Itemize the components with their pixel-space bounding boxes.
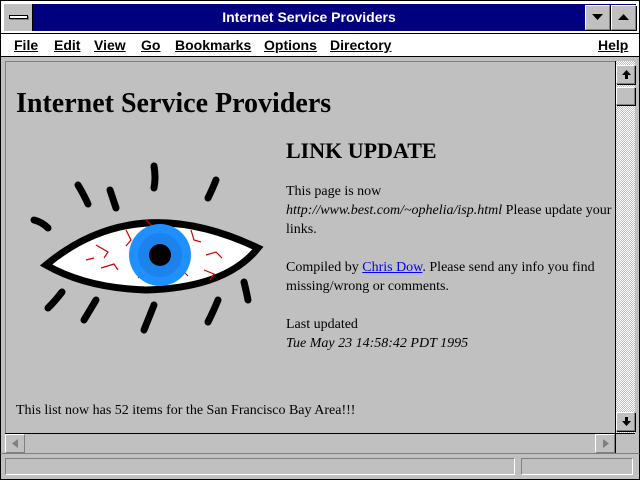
system-menu-icon[interactable] xyxy=(4,4,33,31)
menu-view-label: View xyxy=(94,37,126,53)
status-text xyxy=(5,458,515,475)
menu-file-label: File xyxy=(14,37,39,53)
title-bar: Internet Service Providers xyxy=(0,0,640,34)
last-updated-label: Last updated xyxy=(286,317,358,332)
page-viewport: Internet Service Providers LINK UPDATE T… xyxy=(5,61,615,433)
menu-directory-label: Directory xyxy=(330,37,392,53)
status-bar xyxy=(0,453,640,480)
menu-help[interactable]: Help xyxy=(598,37,628,53)
menu-go-label: Go xyxy=(141,37,161,53)
author-link[interactable]: Chris Dow xyxy=(362,260,422,275)
menu-edit[interactable]: Edit xyxy=(54,37,80,53)
menu-file[interactable]: File xyxy=(14,37,38,53)
scroll-left-button[interactable] xyxy=(5,434,25,453)
page-title: Internet Service Providers xyxy=(16,88,332,119)
scroll-right-button[interactable] xyxy=(595,434,615,453)
maximize-button[interactable] xyxy=(611,5,636,30)
moved-notice: This page is now http://www.best.com/~oph… xyxy=(286,182,615,239)
last-updated-date: Tue May 23 14:58:42 PDT 1995 xyxy=(286,336,469,351)
eye-icon xyxy=(30,162,264,334)
vertical-scrollbar[interactable] xyxy=(615,61,635,433)
items-count-text: This list now has 52 items for the San F… xyxy=(16,403,356,418)
horizontal-scrollbar[interactable] xyxy=(5,433,615,453)
menu-go[interactable]: Go xyxy=(141,37,160,53)
menu-edit-label: Edit xyxy=(54,37,81,53)
browser-frame: Internet Service Providers LINK UPDATE T… xyxy=(0,57,640,480)
moved-intro: This page is now xyxy=(286,184,382,199)
menu-bar: File Edit View Go Bookmarks Options Dire… xyxy=(0,34,640,57)
menu-options[interactable]: Options xyxy=(264,37,317,53)
menu-options-label: Options xyxy=(264,37,317,53)
scroll-up-button[interactable] xyxy=(616,65,635,84)
link-update-heading: LINK UPDATE xyxy=(286,138,437,163)
arrow-left-icon xyxy=(12,439,18,448)
progress-indicator xyxy=(521,458,633,475)
minimize-button[interactable] xyxy=(585,5,610,30)
arrow-right-icon xyxy=(603,439,609,448)
menu-view[interactable]: View xyxy=(94,37,126,53)
arrow-down-icon xyxy=(622,417,631,426)
link-update-section: LINK UPDATE This page is now http://www.b… xyxy=(286,138,615,372)
scroll-thumb[interactable] xyxy=(616,87,635,105)
minimize-icon xyxy=(592,14,603,20)
arrow-up-icon xyxy=(622,70,631,79)
maximize-icon xyxy=(618,14,629,20)
new-url: http://www.best.com/~ophelia/isp.html xyxy=(286,203,503,218)
last-updated: Last updated Tue May 23 14:58:42 PDT 1995 xyxy=(286,315,615,353)
compiled-by-label: Compiled by xyxy=(286,260,363,275)
menu-bookmarks[interactable]: Bookmarks xyxy=(175,37,251,53)
menu-help-label: Help xyxy=(598,37,629,53)
compiled-by-notice: Compiled by Chris Dow. Please send any i… xyxy=(286,258,615,296)
window-title: Internet Service Providers xyxy=(222,9,396,25)
menu-bookmarks-label: Bookmarks xyxy=(175,37,252,53)
menu-directory[interactable]: Directory xyxy=(330,37,391,53)
scroll-down-button[interactable] xyxy=(616,412,635,431)
scrollbar-corner xyxy=(615,433,635,453)
